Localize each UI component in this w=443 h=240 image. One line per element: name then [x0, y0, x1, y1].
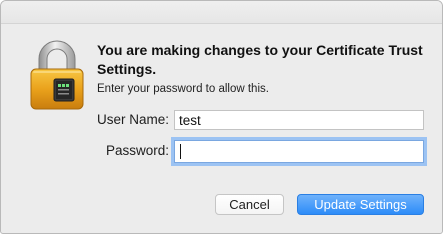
- username-field[interactable]: [174, 110, 424, 130]
- dialog-title: You are making changes to your Certifica…: [97, 42, 423, 77]
- dialog-titlebar: [1, 1, 442, 24]
- password-label: Password:: [105, 143, 169, 158]
- password-field[interactable]: [174, 140, 424, 163]
- update-settings-button[interactable]: Update Settings: [297, 194, 424, 215]
- padlock-keychain-icon: [25, 39, 89, 111]
- auth-dialog: You are making changes to your Certifica…: [0, 0, 443, 234]
- dialog-message: Enter your password to allow this.: [97, 83, 269, 95]
- username-label: User Name:: [96, 112, 169, 127]
- cancel-button[interactable]: Cancel: [215, 194, 284, 215]
- text-cursor: [180, 144, 181, 159]
